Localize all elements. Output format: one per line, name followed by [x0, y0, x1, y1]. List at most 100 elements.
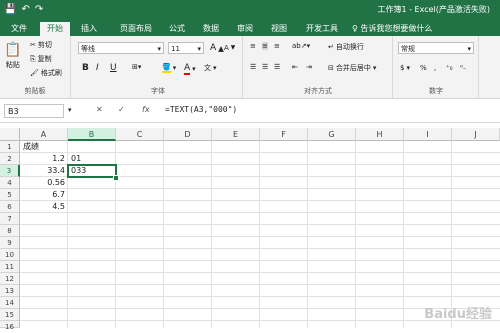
align-middle-icon: ≡	[262, 42, 268, 50]
cancel-icon[interactable]: ✕	[96, 105, 103, 114]
column-header-b[interactable]: B	[68, 128, 116, 141]
align-middle-button[interactable]: ≡	[262, 42, 268, 50]
redo-icon[interactable]: ↷	[35, 3, 43, 17]
cell-a4[interactable]: 0.56	[20, 177, 65, 189]
percent-button[interactable]: %	[420, 64, 427, 72]
font-size-select[interactable]: 11 ▾	[168, 42, 204, 54]
undo-icon[interactable]: ↶	[21, 3, 29, 17]
row-header-8[interactable]: 8	[0, 225, 20, 237]
merge-center-button[interactable]: ⊟ 合并后居中 ▾	[328, 63, 376, 73]
paste-button[interactable]: 📋 粘贴	[4, 42, 21, 70]
save-icon[interactable]: 💾	[4, 3, 16, 17]
row-header-16[interactable]: 16	[0, 321, 20, 331]
row-header-6[interactable]: 6	[0, 201, 20, 213]
format-painter-button[interactable]: 🖌 格式刷	[30, 68, 62, 78]
cell-a3[interactable]: 33.4	[20, 165, 65, 177]
tab-page-layout[interactable]: 页面布局	[112, 22, 160, 36]
tab-home[interactable]: 开始	[40, 22, 70, 36]
tab-review[interactable]: 审阅	[232, 22, 258, 36]
tab-view[interactable]: 视图	[266, 22, 292, 36]
font-color-icon: A	[184, 63, 191, 75]
decrease-decimal-button[interactable]: ⁰₋	[460, 64, 467, 72]
underline-button[interactable]: U	[110, 63, 117, 73]
row-header-11[interactable]: 11	[0, 261, 20, 273]
row-header-7[interactable]: 7	[0, 213, 20, 225]
insert-function-button[interactable]: fx	[142, 105, 150, 114]
column-header-h[interactable]: H	[356, 128, 404, 141]
phonetic-button[interactable]: 文 ▾	[204, 63, 217, 73]
tab-data[interactable]: 数据	[198, 22, 224, 36]
column-header-a[interactable]: A	[20, 128, 68, 141]
row-header-9[interactable]: 9	[0, 237, 20, 249]
row-header-2[interactable]: 2	[0, 153, 20, 165]
wrap-text-button[interactable]: ↵ 自动换行	[328, 42, 364, 52]
chevron-down-icon: ▾	[467, 45, 471, 53]
number-group-label: 数字	[429, 87, 443, 95]
select-all-corner[interactable]	[0, 128, 20, 141]
cut-button[interactable]: ✂ 剪切	[30, 40, 52, 50]
increase-decimal-button[interactable]: ⁺₀	[446, 64, 453, 72]
row-header-10[interactable]: 10	[0, 249, 20, 261]
fill-handle[interactable]	[113, 175, 119, 181]
cell-a2[interactable]: 1.2	[20, 153, 65, 165]
font-color-button[interactable]: A ▾	[184, 63, 196, 75]
column-header-i[interactable]: I	[404, 128, 452, 141]
shrink-font-button[interactable]: A ▼	[224, 44, 235, 52]
column-header-d[interactable]: D	[164, 128, 212, 141]
italic-button[interactable]: I	[96, 63, 99, 73]
row-header-3[interactable]: 3	[0, 165, 20, 177]
align-bottom-icon: ≡	[274, 42, 280, 50]
grow-font-button[interactable]: A ▲	[210, 43, 224, 53]
copy-button[interactable]: ⎘ 复制	[30, 54, 52, 64]
cell-a6[interactable]: 4.5	[20, 201, 65, 213]
currency-button[interactable]: $ ▾	[400, 64, 410, 72]
increase-indent-button[interactable]: ⇥	[306, 63, 312, 71]
comma-button[interactable]: ,	[434, 64, 436, 72]
column-header-c[interactable]: C	[116, 128, 164, 141]
row-header-5[interactable]: 5	[0, 189, 20, 201]
decrease-indent-button[interactable]: ⇤	[292, 63, 298, 71]
copy-icon: ⎘	[30, 54, 36, 63]
row-header-13[interactable]: 13	[0, 285, 20, 297]
align-right-icon: ☰	[274, 63, 281, 71]
align-left-button[interactable]: ☰	[250, 63, 256, 71]
borders-button[interactable]: ⊞▾	[132, 63, 141, 71]
align-top-icon: ≡	[250, 42, 256, 50]
tab-insert[interactable]: 插入	[76, 22, 102, 36]
align-left-icon: ☰	[250, 63, 257, 71]
column-header-g[interactable]: G	[308, 128, 356, 141]
row-header-12[interactable]: 12	[0, 273, 20, 285]
row-header-14[interactable]: 14	[0, 297, 20, 309]
column-header-j[interactable]: J	[452, 128, 500, 141]
name-box-dropdown-icon[interactable]: ▾	[68, 106, 72, 114]
window-title: 工作簿1 - Excel(产品激活失败)	[377, 5, 491, 14]
bold-button[interactable]: B	[82, 63, 89, 73]
align-top-button[interactable]: ≡	[250, 42, 256, 50]
worksheet-grid[interactable]: A B C D E F G H I J 1 2 3 4 5 6 7 8 9 10…	[0, 128, 500, 331]
tab-formulas[interactable]: 公式	[164, 22, 190, 36]
align-bottom-button[interactable]: ≡	[274, 42, 280, 50]
formula-input[interactable]: =TEXT(A3,"000")	[165, 105, 237, 114]
enter-icon[interactable]: ✓	[118, 105, 125, 114]
row-header-15[interactable]: 15	[0, 309, 20, 321]
cell-a5[interactable]: 6.7	[20, 189, 65, 201]
tab-developer[interactable]: 开发工具	[300, 22, 344, 36]
column-header-e[interactable]: E	[212, 128, 260, 141]
decrease-decimal-icon: ⁰₋	[460, 64, 467, 72]
active-cell-selection	[67, 164, 117, 178]
font-name-select[interactable]: 等线 ▾	[78, 42, 164, 54]
row-header-1[interactable]: 1	[0, 141, 20, 153]
align-right-button[interactable]: ☰	[274, 63, 280, 71]
row-header-4[interactable]: 4	[0, 177, 20, 189]
orientation-button[interactable]: ab↗▾	[292, 42, 310, 50]
ribbon: 📋 粘贴 ✂ 剪切 ⎘ 复制 🖌 格式刷 剪贴板 等线 ▾ 11 ▾ A ▲ A ▼…	[0, 36, 500, 99]
clipboard-group: 📋 粘贴 ✂ 剪切 ⎘ 复制 🖌 格式刷 剪贴板	[0, 36, 71, 98]
align-center-button[interactable]: ☰	[262, 63, 268, 71]
tell-me-search[interactable]: ♀ 告诉我您想要做什么	[352, 22, 472, 36]
cell-a1[interactable]: 成绩	[23, 141, 39, 153]
name-box[interactable]: B3	[4, 104, 64, 118]
column-header-f[interactable]: F	[260, 128, 308, 141]
tab-file[interactable]: 文件	[6, 22, 32, 36]
fill-color-button[interactable]: 🪣 ▾	[162, 63, 176, 73]
number-format-select[interactable]: 常规 ▾	[398, 42, 474, 54]
